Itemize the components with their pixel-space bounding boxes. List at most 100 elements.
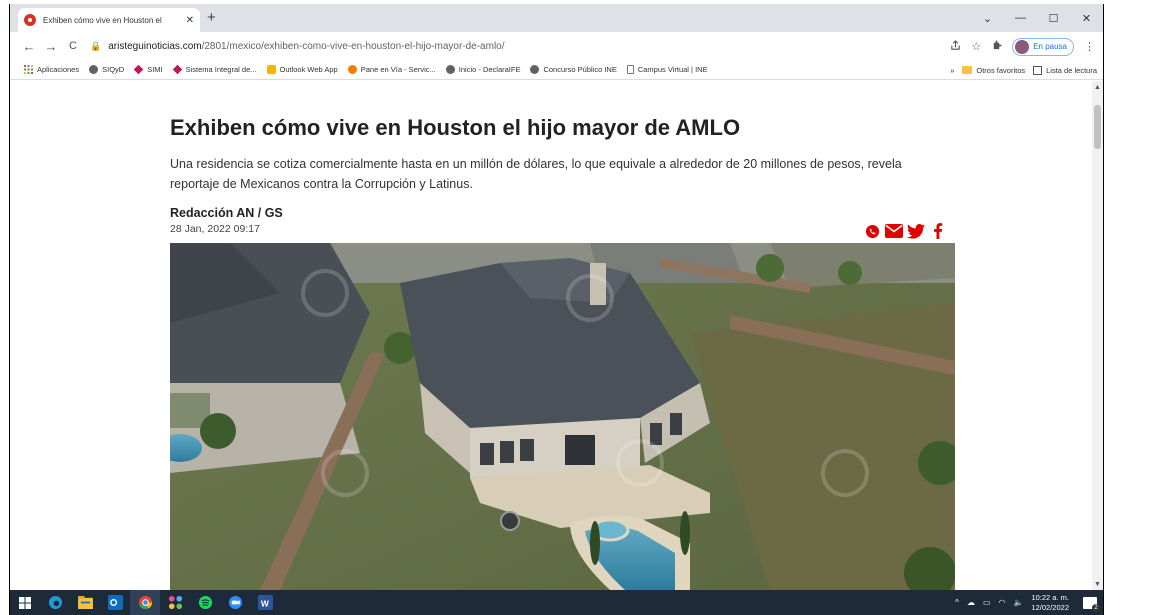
window-controls: ⌄ — ☐ ✕ [971, 4, 1103, 32]
maximize-button[interactable]: ☐ [1037, 4, 1070, 32]
bookmark-label: Campus Virtual | INE [637, 65, 708, 74]
minimize-button[interactable]: — [1004, 4, 1037, 32]
article-byline: Redacción AN / GS [170, 206, 283, 220]
avatar [1015, 39, 1030, 54]
bookmark-label: Otros favoritos [976, 65, 1026, 75]
globe-icon [530, 65, 540, 74]
bookmark-item[interactable]: Outlook Web App [266, 65, 338, 74]
bookmark-item[interactable]: SIQyD [89, 65, 124, 74]
twitter-icon[interactable] [907, 222, 925, 240]
bookmark-label: Lista de lectura [1046, 65, 1097, 75]
share-page-icon[interactable] [950, 39, 961, 54]
browser-toolbar: ← → C 🔒 aristeguinoticias.com/2801/mexic… [10, 32, 1103, 60]
bookmark-item[interactable]: Campus Virtual | INE [626, 65, 708, 74]
article-date: 28 Jan, 2022 09:17 [170, 223, 260, 235]
bookmark-label: Inicio - DeclaraIFE [458, 65, 521, 74]
diamond-icon [133, 64, 144, 75]
bookmark-label: SIMI [147, 65, 163, 74]
tab-title: Exhiben cómo vive en Houston el [43, 15, 162, 25]
volume-icon[interactable]: 🔈 [1013, 598, 1023, 607]
windows-taskbar: W ^ ☁ ▭ ◠ 🔈 10:22 a. m. 12/02/2022 2 [10, 590, 1103, 615]
bookmarks-right: » Otros favoritos Lista de lectura [950, 60, 1097, 80]
outlook-icon [266, 65, 276, 74]
reading-list-button[interactable]: Lista de lectura [1033, 65, 1097, 75]
browser-tab[interactable]: Exhiben cómo vive en Houston el ✕ [18, 8, 200, 32]
bookmark-item[interactable]: Inicio - DeclaraIFE [445, 65, 521, 74]
bookmark-star-icon[interactable]: ☆ [971, 40, 981, 53]
bookmarks-overflow-button[interactable]: » [950, 66, 954, 75]
new-tab-button[interactable]: + [207, 10, 216, 26]
lock-icon: 🔒 [90, 41, 102, 51]
whatsapp-icon[interactable] [863, 222, 881, 240]
profile-status: En pausa [1033, 42, 1067, 51]
bookmark-item[interactable]: Aplicaciones [24, 65, 79, 74]
bookmarks-bar: Aplicaciones SIQyD SIMI Sistema Integral… [10, 60, 1103, 80]
bookmark-label: Aplicaciones [37, 65, 80, 74]
bookmark-item[interactable]: Pane en Vía - Servic... [347, 65, 436, 74]
back-button[interactable]: ← [18, 39, 40, 54]
network-icon[interactable]: ◠ [999, 598, 1006, 607]
notifications-icon[interactable]: 2 [1083, 596, 1100, 612]
other-bookmarks-folder[interactable]: Otros favoritos [962, 66, 1025, 75]
cloud-icon[interactable]: ☁ [967, 598, 975, 607]
spotify-icon[interactable] [190, 590, 220, 615]
outlook-icon[interactable] [100, 590, 130, 615]
bread-icon [347, 65, 357, 74]
globe-icon [445, 65, 455, 74]
close-tab-icon[interactable]: ✕ [186, 15, 194, 26]
battery-icon[interactable]: ▭ [983, 598, 991, 607]
address-bar[interactable]: 🔒 aristeguinoticias.com/2801/mexico/exhi… [90, 36, 970, 57]
scroll-up-arrow-icon[interactable]: ▲ [1094, 84, 1101, 91]
toolbar-actions: ☆ En pausa ⋮ [950, 36, 1095, 57]
article-lead: Una residencia se cotiza comercialmente … [170, 157, 902, 191]
article-photo [170, 243, 955, 590]
site-favicon-icon [24, 14, 36, 26]
email-icon[interactable] [885, 222, 903, 240]
bookmark-item[interactable]: Sistema Integral de... [172, 64, 257, 75]
tab-strip: Exhiben cómo vive en Houston el ✕ + ⌄ — … [10, 4, 1103, 32]
chrome-icon[interactable] [130, 590, 160, 615]
url-path: /2801/mexico/exhiben-como-vive-en-housto… [201, 41, 505, 52]
article-headline: Exhiben cómo vive en Houston el hijo may… [170, 115, 741, 140]
scrollbar-thumb[interactable] [1094, 105, 1101, 149]
bookmark-label: Sistema Integral de... [185, 65, 257, 74]
show-hidden-icons-icon[interactable]: ^ [955, 598, 959, 607]
facebook-icon[interactable] [929, 222, 947, 240]
reading-list-icon [1033, 65, 1043, 75]
globe-icon [89, 65, 99, 74]
page-scrollbar[interactable]: ▲ ▼ [1092, 81, 1103, 590]
file-explorer-icon[interactable] [70, 590, 100, 615]
word-icon[interactable]: W [250, 590, 280, 615]
page-viewport: Exhiben cómo vive en Houston el hijo may… [10, 81, 1094, 590]
edge-icon[interactable] [40, 590, 70, 615]
close-window-button[interactable]: ✕ [1070, 4, 1103, 32]
browser-menu-icon[interactable]: ⋮ [1084, 40, 1095, 53]
apps-grid-icon [24, 65, 33, 74]
folder-icon [962, 66, 973, 74]
extensions-icon[interactable] [991, 39, 1002, 54]
bookmark-item[interactable]: SIMI [133, 64, 163, 75]
bookmark-label: Pane en Vía - Servic... [360, 65, 436, 74]
profile-button[interactable]: En pausa [1012, 37, 1074, 56]
bookmark-item[interactable]: Concurso Público INE [530, 65, 617, 74]
windows-start-icon[interactable] [10, 590, 40, 615]
diamond-icon [172, 64, 182, 75]
taskbar-clock[interactable]: 10:22 a. m. 12/02/2022 [1031, 593, 1069, 613]
svg-text:W: W [260, 598, 268, 608]
reload-button[interactable]: C [62, 40, 84, 52]
scroll-down-arrow-icon[interactable]: ▼ [1094, 581, 1101, 588]
zoom-icon[interactable] [220, 590, 250, 615]
browser-window: Exhiben cómo vive en Houston el ✕ + ⌄ — … [9, 4, 1104, 615]
page-icon [626, 65, 634, 74]
bookmark-label: SIQyD [102, 65, 125, 74]
teams-icon[interactable] [160, 590, 190, 615]
clock-time: 10:22 a. m. [1031, 592, 1069, 602]
tab-search-button[interactable]: ⌄ [971, 4, 1004, 32]
bookmark-label: Outlook Web App [279, 65, 338, 74]
forward-button[interactable]: → [40, 39, 62, 54]
share-buttons [863, 222, 947, 240]
bookmark-label: Concurso Público INE [543, 65, 617, 74]
notification-count: 2 [1092, 603, 1100, 612]
clock-date: 12/02/2022 [1031, 602, 1069, 612]
url-domain: aristeguinoticias.com [108, 41, 202, 52]
